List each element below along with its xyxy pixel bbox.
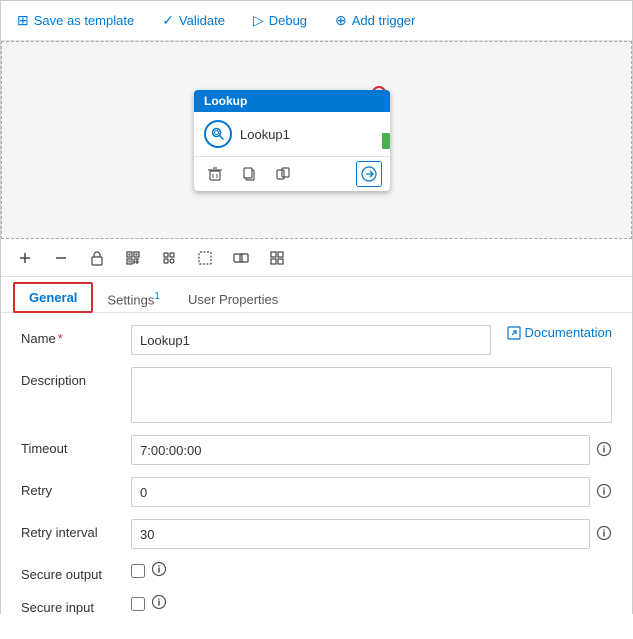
debug-label: Debug [269, 13, 307, 28]
qr-button[interactable] [121, 246, 145, 270]
retry-interval-info-icon[interactable] [596, 525, 612, 544]
retry-row: Retry [21, 477, 612, 507]
zoom-in-button[interactable] [13, 246, 37, 270]
timeout-info-icon[interactable] [596, 441, 612, 460]
green-connector [382, 133, 390, 149]
retry-interval-row: Retry interval [21, 519, 612, 549]
retry-input[interactable] [131, 477, 590, 507]
name-input[interactable] [131, 325, 491, 355]
form-section: Name* Documentation Description [1, 313, 632, 639]
lookup-node[interactable]: Lookup Lookup1 [194, 90, 390, 191]
node-delete-button[interactable] [202, 161, 228, 187]
tab-user-properties[interactable]: User Properties [174, 286, 292, 313]
secure-input-checkbox[interactable] [131, 597, 145, 611]
name-label: Name* [21, 325, 131, 346]
save-template-button[interactable]: ⊞ Save as template [13, 10, 138, 31]
secure-input-input-wrap [131, 594, 612, 613]
tab-settings[interactable]: Settings1 [93, 285, 174, 313]
secure-output-label: Secure output [21, 561, 131, 582]
node-search-icon [204, 120, 232, 148]
documentation-label: Documentation [525, 325, 612, 340]
form-area: Name* Documentation Description [1, 313, 632, 639]
secure-output-row: Secure output [21, 561, 612, 582]
name-input-wrap [131, 325, 491, 355]
debug-button[interactable]: ▷ Debug [249, 10, 311, 31]
secure-input-label: Secure input [21, 594, 131, 615]
secure-input-row: Secure input [21, 594, 612, 615]
documentation-icon [507, 326, 521, 340]
timeout-input[interactable] [131, 435, 590, 465]
node-actions [194, 156, 390, 191]
documentation-link[interactable]: Documentation [507, 325, 612, 340]
layers-button[interactable] [265, 246, 289, 270]
retry-label: Retry [21, 477, 131, 498]
zoom-out-button[interactable] [49, 246, 73, 270]
node-copy-button[interactable] [236, 161, 262, 187]
debug-icon: ▷ [253, 12, 264, 29]
add-trigger-button[interactable]: ⊕ Add trigger [331, 10, 419, 31]
description-textarea[interactable] [131, 367, 612, 423]
retry-input-wrap [131, 477, 612, 507]
canvas-area: Lookup Lookup1 [1, 41, 632, 239]
secure-output-input-wrap [131, 561, 612, 580]
retry-interval-input-wrap [131, 519, 612, 549]
secure-output-checkbox-wrap [131, 564, 145, 578]
node-body: Lookup1 [194, 112, 390, 156]
select-button[interactable] [193, 246, 217, 270]
description-input-wrap [131, 367, 612, 423]
add-trigger-icon: ⊕ [335, 12, 347, 29]
save-template-icon: ⊞ [17, 12, 29, 29]
node-header: Lookup [194, 90, 390, 112]
timeout-input-wrap [131, 435, 612, 465]
validate-button[interactable]: ✓ Validate [158, 10, 229, 31]
node-clone-button[interactable] [270, 161, 296, 187]
secure-input-checkbox-wrap [131, 597, 145, 611]
validate-icon: ✓ [162, 12, 174, 29]
retry-interval-input[interactable] [131, 519, 590, 549]
retry-interval-label: Retry interval [21, 519, 131, 540]
resize-button[interactable] [229, 246, 253, 270]
add-trigger-label: Add trigger [352, 13, 416, 28]
name-row: Name* Documentation [21, 325, 612, 355]
timeout-label: Timeout [21, 435, 131, 456]
node-title: Lookup1 [240, 127, 290, 142]
canvas-controls [1, 239, 632, 277]
tab-bar: General Settings1 User Properties [1, 277, 632, 313]
tab-general[interactable]: General [13, 282, 93, 313]
lock-button[interactable] [85, 246, 109, 270]
validate-label: Validate [179, 13, 225, 28]
secure-output-checkbox[interactable] [131, 564, 145, 578]
description-row: Description [21, 367, 612, 423]
description-label: Description [21, 367, 131, 388]
timeout-row: Timeout [21, 435, 612, 465]
save-template-label: Save as template [34, 13, 134, 28]
secure-output-info-icon[interactable] [151, 561, 167, 580]
node-navigate-button[interactable] [356, 161, 382, 187]
top-toolbar: ⊞ Save as template ✓ Validate ▷ Debug ⊕ … [1, 1, 632, 41]
scan-button[interactable] [157, 246, 181, 270]
retry-info-icon[interactable] [596, 483, 612, 502]
secure-input-info-icon[interactable] [151, 594, 167, 613]
